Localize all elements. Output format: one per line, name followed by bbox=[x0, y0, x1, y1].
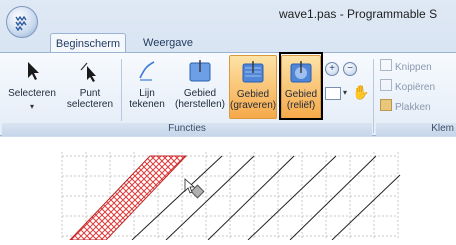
select-button-label: Selecteren bbox=[8, 88, 56, 99]
draw-line-label: Lijn tekenen bbox=[129, 88, 165, 110]
copy-label: Kopiëren bbox=[395, 82, 436, 93]
zoom-out-icon[interactable]: − bbox=[343, 62, 357, 76]
hand-pan-icon[interactable]: ✋ bbox=[352, 84, 369, 101]
area-restore-button[interactable]: Gebied (herstellen) bbox=[172, 55, 228, 119]
app-logo-icon bbox=[15, 15, 27, 31]
functions-group-label: Functies bbox=[2, 123, 372, 136]
dropdown-arrow-icon[interactable]: ▾ bbox=[343, 88, 347, 97]
clipboard-group-label: Klem bbox=[376, 123, 456, 136]
window-title: wave1.pas - Programmable S bbox=[279, 7, 438, 21]
cut-button[interactable]: Knippen bbox=[380, 59, 432, 73]
ribbon-tabs: Beginscherm Weergave bbox=[0, 33, 456, 53]
select-button[interactable]: Selecteren ▾ bbox=[4, 55, 60, 119]
point-select-icon bbox=[80, 62, 96, 82]
divider bbox=[373, 59, 374, 133]
canvas-drawing bbox=[61, 152, 401, 241]
cut-label: Knippen bbox=[395, 62, 432, 73]
design-canvas[interactable] bbox=[0, 137, 456, 241]
dropdown-arrow-icon: ▾ bbox=[29, 102, 34, 111]
area-restore-icon bbox=[189, 60, 211, 82]
point-select-button[interactable]: Punt selecteren bbox=[62, 55, 118, 119]
area-engrave-icon bbox=[242, 61, 264, 83]
tab-view[interactable]: Weergave bbox=[138, 33, 198, 53]
point-select-label: Punt selecteren bbox=[66, 88, 114, 110]
zoom-in-icon[interactable]: + bbox=[325, 62, 339, 76]
area-engrave-label: Gebied (graveren) bbox=[230, 89, 277, 111]
ribbon-panel: Selecteren ▾ Punt selecteren Lijn tekene… bbox=[0, 52, 456, 136]
area-restore-label: Gebied (herstellen) bbox=[174, 88, 226, 110]
paste-label: Plakken bbox=[395, 102, 431, 113]
scissors-icon bbox=[380, 59, 392, 71]
highlight-box bbox=[279, 52, 323, 120]
application-window: wave1.pas - Programmable S Beginscherm W… bbox=[0, 0, 456, 137]
stitch-view-icon[interactable] bbox=[325, 87, 341, 100]
tab-home[interactable]: Beginscherm bbox=[50, 33, 126, 53]
arrow-cursor-icon bbox=[28, 62, 39, 80]
draw-line-button[interactable]: Lijn tekenen bbox=[124, 55, 170, 119]
copy-button[interactable]: Kopiëren bbox=[380, 79, 435, 93]
divider bbox=[121, 59, 122, 121]
area-engrave-button[interactable]: Gebied (graveren) bbox=[229, 55, 277, 119]
paste-button[interactable]: Plakken bbox=[380, 99, 431, 113]
title-bar: wave1.pas - Programmable S bbox=[0, 0, 456, 38]
copy-icon bbox=[380, 79, 392, 91]
line-draw-icon bbox=[139, 61, 155, 81]
paste-icon bbox=[380, 99, 392, 111]
